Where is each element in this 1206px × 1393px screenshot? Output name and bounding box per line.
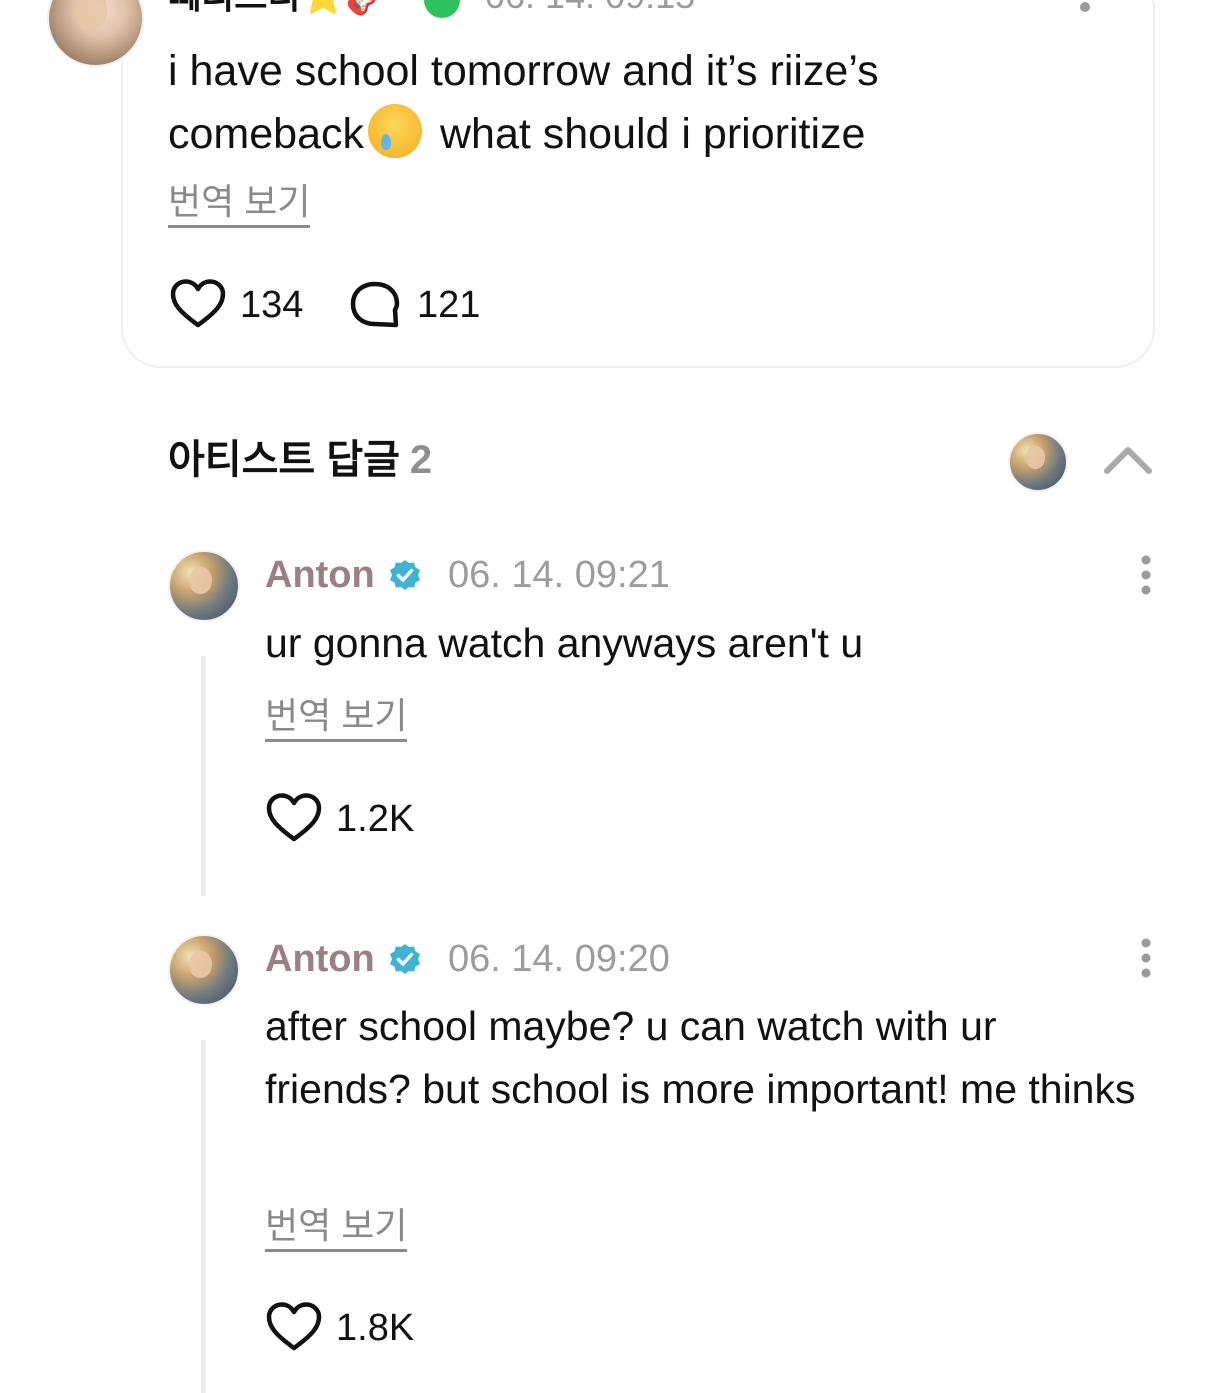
- heart-icon[interactable]: [266, 1301, 322, 1353]
- reply-date: 06. 14. 09:20: [448, 938, 670, 980]
- reply-thread-line: [201, 1040, 206, 1393]
- reply-author-avatar[interactable]: [168, 550, 240, 622]
- post-text-part2: what should i prioritize: [439, 110, 866, 158]
- post-like-count: 134: [240, 284, 304, 326]
- post-body: i have school tomorrow and it’s riize’s …: [168, 40, 968, 166]
- reply-translate-link[interactable]: 번역 보기: [265, 696, 408, 742]
- reply-thread-line: [201, 656, 206, 896]
- more-options-icon[interactable]: [1139, 938, 1153, 978]
- comment-icon[interactable]: [348, 280, 402, 330]
- more-options-icon[interactable]: [1139, 555, 1153, 595]
- artist-replies-header: 아티스트 답글 2: [168, 437, 432, 483]
- post-more-options-icon[interactable]: [1078, 0, 1092, 20]
- reply-like-count: 1.2K: [336, 798, 415, 840]
- author-emojis: ⭐🎸: [300, 0, 390, 16]
- artist-replies-title: 아티스트 답글: [168, 438, 400, 482]
- reply-date: 06. 14. 09:21: [448, 554, 670, 596]
- post-translate-link[interactable]: 번역 보기: [168, 182, 311, 228]
- chevron-up-icon[interactable]: [1102, 440, 1154, 480]
- reply-author-name[interactable]: Anton: [265, 938, 375, 980]
- heart-icon[interactable]: [266, 792, 322, 844]
- verified-badge-icon: [390, 944, 420, 974]
- post-comment-count: 121: [417, 284, 481, 326]
- crying-face-emoji: [367, 104, 422, 158]
- post-author-name[interactable]: 빼리스티⭐🎸: [168, 0, 390, 14]
- artist-avatar-header[interactable]: [1008, 432, 1068, 492]
- post-date: 06. 14. 09:15: [485, 0, 695, 14]
- reply-author-avatar[interactable]: [168, 934, 240, 1006]
- reply-author-name[interactable]: Anton: [265, 554, 375, 596]
- reply-like-count: 1.8K: [336, 1307, 415, 1349]
- heart-icon[interactable]: [170, 278, 226, 330]
- reply-text: ur gonna watch anyways aren't u: [265, 620, 864, 666]
- verified-badge-icon: [390, 560, 420, 590]
- reply-translate-link[interactable]: 번역 보기: [265, 1206, 408, 1252]
- reply-text: after school maybe? u can watch with ur …: [265, 1003, 1136, 1112]
- artist-replies-count: 2: [409, 438, 433, 482]
